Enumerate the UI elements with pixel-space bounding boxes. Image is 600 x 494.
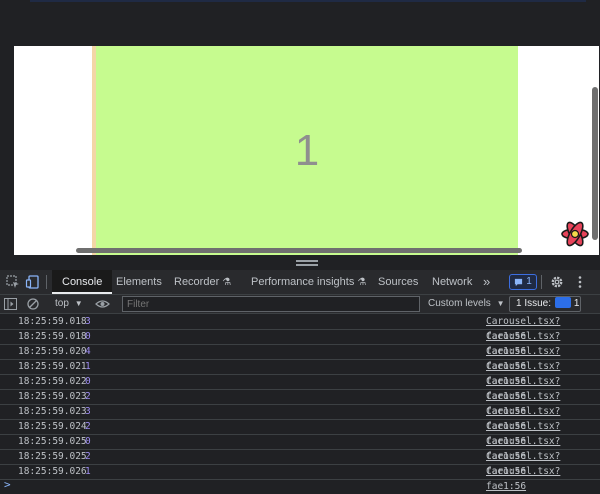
tab-recorder[interactable]: Recorder ⚗	[174, 270, 231, 294]
log-value: 1	[85, 361, 91, 372]
log-value: 0	[85, 436, 91, 447]
tab-performance-insights[interactable]: Performance insights ⚗	[251, 270, 366, 294]
messages-count: 1	[526, 276, 532, 287]
sidebar-toggle-icon[interactable]	[4, 298, 17, 310]
more-tabs-button[interactable]: »	[483, 270, 490, 294]
tab-label: Console	[62, 276, 103, 288]
console-toolbar: top ▼ Custom levels ▼ 1 Issue: 1	[0, 295, 600, 314]
log-value: 3	[85, 316, 91, 327]
tab-separator	[46, 275, 47, 289]
flask-icon: ⚗	[222, 277, 232, 288]
log-value: 0	[85, 331, 91, 342]
dropdown-arrow-icon: ▼	[496, 299, 505, 308]
message-icon	[515, 278, 523, 286]
levels-label: Custom levels	[428, 298, 491, 309]
log-value: 3	[85, 406, 91, 417]
console-prompt[interactable]: >	[4, 478, 11, 491]
console-message: 18:25:59.020 4 Carousel.tsx?fae1:56	[0, 344, 600, 372]
inspect-element-icon[interactable]	[5, 274, 21, 290]
filter-input[interactable]	[122, 296, 420, 312]
log-value: 2	[85, 391, 91, 402]
messages-badge[interactable]: 1	[509, 274, 537, 290]
dropdown-arrow-icon: ▼	[74, 299, 83, 308]
grip-line	[296, 260, 318, 262]
devtools-tab-bar: Console Elements Recorder ⚗ Performance i…	[0, 270, 600, 295]
page-top-divider	[30, 0, 586, 2]
devtools-resize-handle[interactable]	[0, 255, 600, 270]
issues-count: 1	[573, 298, 580, 309]
tab-network[interactable]: Network	[432, 270, 472, 294]
console-message: 18:25:59.023 2 Carousel.tsx?fae1:56	[0, 389, 600, 417]
log-value: 0	[85, 376, 91, 387]
carousel-viewport[interactable]: 1	[14, 46, 599, 255]
timestamp: 18:25:59.018	[18, 316, 87, 327]
vertical-scrollbar[interactable]	[592, 87, 598, 240]
grip-line	[296, 264, 318, 266]
console-message: 18:25:59.024 2 Carousel.tsx?fae1:56	[0, 419, 600, 447]
source-link[interactable]: Carousel.tsx?fae1:56	[486, 464, 600, 494]
log-value: 2	[85, 421, 91, 432]
flask-icon: ⚗	[357, 277, 367, 288]
log-value: 2	[85, 451, 91, 462]
console-log: 18:25:59.018 3 Carousel.tsx?fae1:56 18:2…	[0, 314, 600, 494]
console-message: 18:25:59.025 2 Carousel.tsx?fae1:56	[0, 449, 600, 477]
horizontal-scrollbar[interactable]	[76, 248, 522, 253]
tab-console[interactable]: Console	[52, 270, 113, 294]
timestamp: 18:25:59.018	[18, 331, 87, 342]
log-levels-dropdown[interactable]: Custom levels ▼	[428, 295, 505, 313]
timestamp: 18:25:59.025	[18, 451, 87, 462]
issues-label: 1 Issue:	[516, 298, 552, 309]
console-message: 18:25:59.021 1 Carousel.tsx?fae1:56	[0, 359, 600, 387]
context-selector[interactable]: top ▼	[55, 295, 83, 313]
console-message: 18:25:59.025 0 Carousel.tsx?fae1:56	[0, 434, 600, 462]
tab-separator	[541, 275, 542, 289]
tab-label: Sources	[378, 276, 419, 288]
tab-label: Performance insights	[251, 276, 355, 288]
device-toolbar-icon[interactable]	[25, 274, 41, 290]
timestamp: 18:25:59.026	[18, 466, 87, 477]
console-message: 18:25:59.023 3 Carousel.tsx?fae1:56	[0, 404, 600, 432]
react-logo-icon[interactable]	[559, 218, 591, 250]
log-value: 4	[85, 346, 91, 357]
log-value: 1	[85, 466, 91, 477]
tab-sources[interactable]: Sources	[378, 270, 418, 294]
clear-console-icon[interactable]	[27, 298, 39, 310]
console-message: 18:25:59.018 3 Carousel.tsx?fae1:56	[0, 314, 600, 342]
timestamp: 18:25:59.021	[18, 361, 87, 372]
context-label: top	[55, 298, 69, 309]
more-tabs-label: »	[483, 274, 491, 289]
timestamp: 18:25:59.023	[18, 406, 87, 417]
timestamp: 18:25:59.024	[18, 421, 87, 432]
gear-icon[interactable]	[549, 274, 565, 290]
eye-icon[interactable]	[95, 299, 110, 309]
console-message: 18:25:59.018 0 Carousel.tsx?fae1:56	[0, 329, 600, 357]
carousel-slide[interactable]: 1	[96, 46, 518, 255]
tab-elements[interactable]: Elements	[116, 270, 162, 294]
console-message: 18:25:59.026 1 Carousel.tsx?fae1:56	[0, 464, 600, 492]
timestamp: 18:25:59.023	[18, 391, 87, 402]
tab-label: Elements	[116, 276, 162, 288]
console-message: 18:25:59.022 0 Carousel.tsx?fae1:56	[0, 374, 600, 402]
timestamp: 18:25:59.022	[18, 376, 87, 387]
tab-label: Network	[432, 276, 473, 288]
tab-label: Recorder	[174, 276, 220, 288]
issues-button[interactable]: 1 Issue: 1	[509, 296, 581, 312]
message-icon	[555, 297, 572, 308]
slide-number: 1	[294, 125, 320, 175]
timestamp: 18:25:59.020	[18, 346, 87, 357]
timestamp: 18:25:59.025	[18, 436, 87, 447]
more-vertical-icon[interactable]	[572, 274, 588, 290]
page-top-area	[0, 0, 600, 46]
